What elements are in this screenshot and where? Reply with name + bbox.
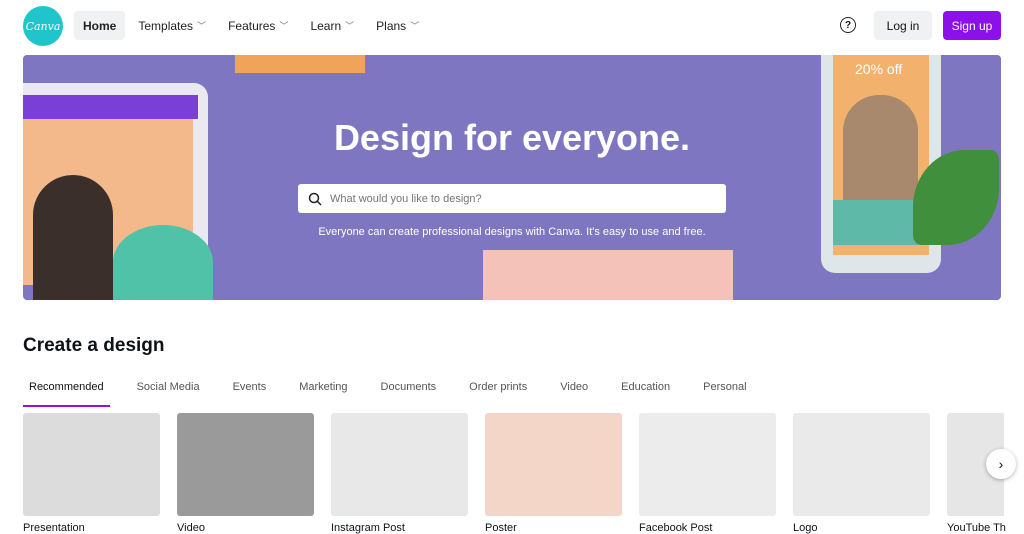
signup-button[interactable]: Sign up	[943, 11, 1001, 40]
tab-education[interactable]: Education	[615, 378, 676, 407]
nav-label: Home	[83, 18, 117, 33]
card-label: Logo	[793, 522, 818, 534]
tablet-toolbar	[23, 95, 198, 119]
nav-plans[interactable]: Plans ﹀	[367, 11, 428, 40]
design-card[interactable]: Poster	[485, 413, 622, 534]
card-label: Video	[177, 522, 205, 534]
design-cards: Presentation Video Instagram Post Poster Fac…	[23, 413, 1006, 534]
card-thumbnail[interactable]	[793, 413, 930, 516]
chevron-down-icon: ﹀	[345, 21, 355, 31]
search-input[interactable]	[330, 192, 726, 205]
promo-text: 20% off	[855, 61, 903, 77]
tab-documents[interactable]: Documents	[375, 378, 443, 407]
card-thumbnail[interactable]	[177, 413, 314, 516]
nav-label: Features	[228, 18, 276, 33]
tab-social-media[interactable]: Social Media	[131, 378, 206, 407]
hero-banner: 20% off Design for everyone. Everyone ca…	[23, 55, 1001, 300]
card-label: Facebook Post	[639, 522, 713, 534]
nav-label: Plans	[376, 18, 407, 33]
nav-features[interactable]: Features ﹀	[219, 11, 297, 40]
nav-label: Templates	[138, 18, 194, 33]
hero-title: Design for everyone.	[333, 117, 691, 158]
notebook-illustration	[235, 55, 365, 73]
nav-learn[interactable]: Learn ﹀	[301, 11, 363, 40]
design-card[interactable]: Logo	[793, 413, 930, 534]
card-label: Instagram Post	[331, 522, 405, 534]
nav-home[interactable]: Home	[74, 11, 126, 40]
top-nav: Canva Home Templates ﹀ Features ﹀ Learn ﹀ P…	[0, 0, 1024, 52]
chevron-down-icon: ﹀	[410, 21, 420, 31]
card-label: Poster	[485, 522, 517, 534]
main-menu: Home Templates ﹀ Features ﹀ Learn ﹀ Plans ﹀	[74, 11, 428, 40]
help-icon[interactable]: ?	[840, 17, 856, 33]
tab-video[interactable]: Video	[554, 378, 594, 407]
pink-card	[483, 250, 733, 300]
card-thumbnail[interactable]	[331, 413, 468, 516]
tab-recommended[interactable]: Recommended	[23, 378, 110, 407]
chevron-down-icon: ﹀	[279, 21, 289, 31]
login-button[interactable]: Log in	[874, 11, 932, 40]
canva-logo[interactable]: Canva	[23, 6, 63, 46]
design-card[interactable]: Presentation	[23, 413, 160, 534]
section-title: Create a design	[23, 335, 165, 356]
card-thumbnail[interactable]	[485, 413, 622, 516]
search-icon	[308, 192, 322, 206]
category-tabs: Recommended Social Media Events Marketing Do…	[23, 378, 774, 407]
nav-templates[interactable]: Templates ﹀	[129, 11, 215, 40]
tab-marketing[interactable]: Marketing	[293, 378, 353, 407]
card-label: YouTube Th	[947, 522, 1006, 534]
tab-personal[interactable]: Personal	[697, 378, 752, 407]
design-search[interactable]	[298, 184, 726, 213]
card-thumbnail[interactable]	[23, 413, 160, 516]
chevron-right-icon[interactable]: ›	[986, 449, 1016, 479]
design-card[interactable]: Instagram Post	[331, 413, 468, 534]
nav-label: Learn	[310, 18, 342, 33]
design-card[interactable]: Video	[177, 413, 314, 534]
tab-events[interactable]: Events	[227, 378, 273, 407]
tab-order-prints[interactable]: Order prints	[463, 378, 533, 407]
chevron-down-icon: ﹀	[197, 21, 207, 31]
card-label: Presentation	[23, 522, 85, 534]
design-card[interactable]: Facebook Post	[639, 413, 776, 534]
hero-subtitle: Everyone can create professional designs…	[318, 226, 706, 238]
card-thumbnail[interactable]	[639, 413, 776, 516]
